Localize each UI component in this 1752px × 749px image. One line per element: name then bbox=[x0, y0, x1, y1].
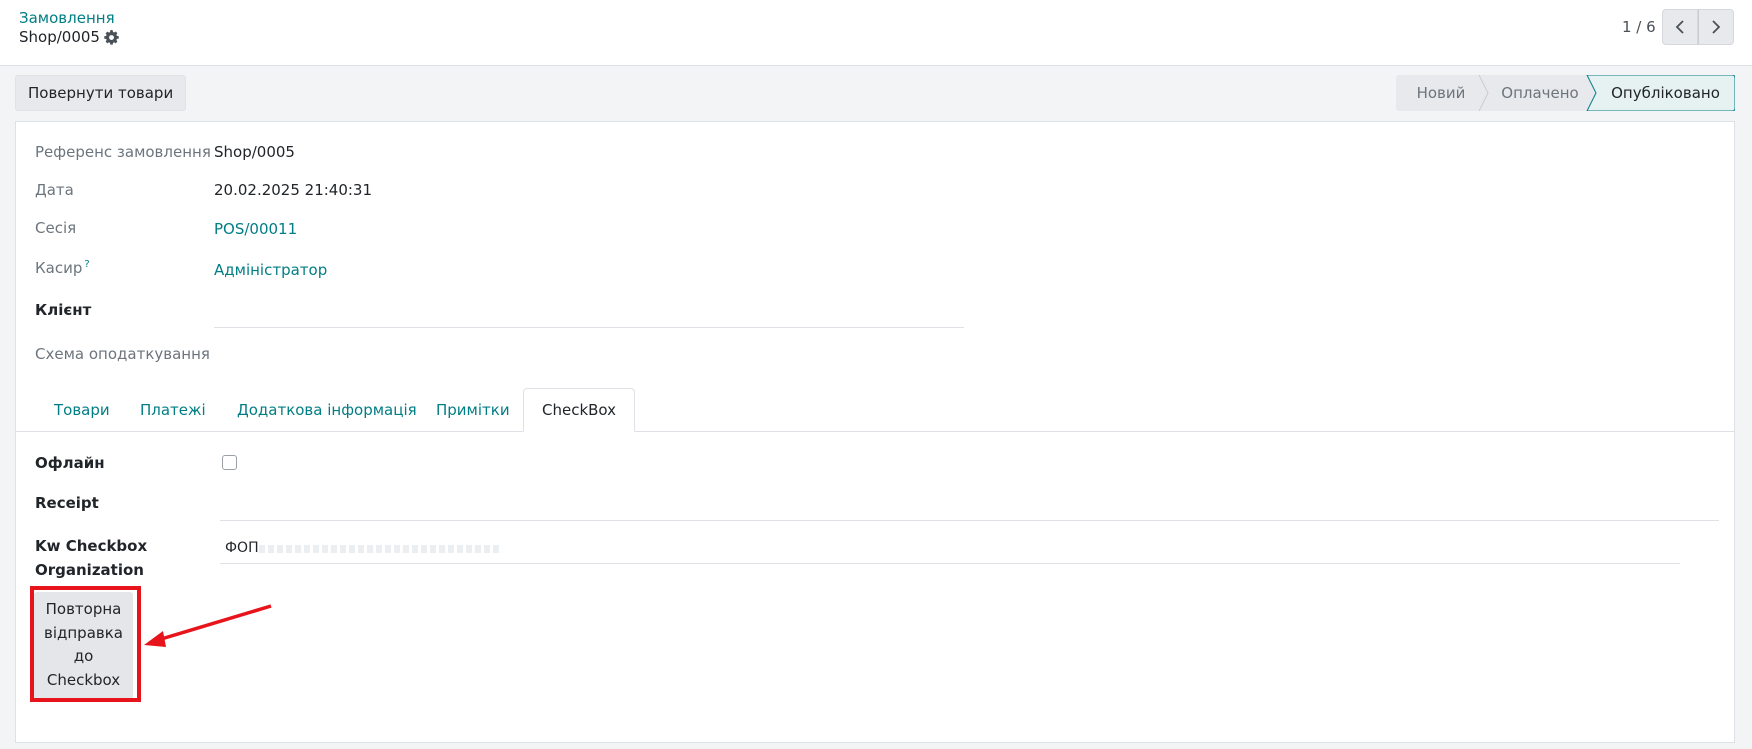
session-label: Сесія bbox=[35, 219, 77, 237]
pager-previous-button[interactable] bbox=[1662, 9, 1698, 45]
tab-checkbox[interactable]: CheckBox bbox=[523, 388, 636, 432]
order-ref-label: Референс замовлення bbox=[35, 143, 211, 161]
tabs-divider bbox=[16, 431, 1734, 432]
redacted-text bbox=[259, 545, 502, 553]
tab-products[interactable]: Товари bbox=[36, 388, 128, 431]
tab-payments[interactable]: Платежі bbox=[122, 388, 224, 431]
control-panel: Замовлення Shop/0005 1 / 6 bbox=[0, 0, 1752, 66]
pager-value[interactable]: 1 / 6 bbox=[1622, 18, 1656, 36]
return-products-button[interactable]: Повернути товари bbox=[15, 75, 187, 111]
organization-input-underline bbox=[220, 563, 1680, 564]
pager-next-button[interactable] bbox=[1698, 9, 1734, 45]
organization-value[interactable]: ФОП bbox=[225, 540, 259, 556]
receipt-label: Receipt bbox=[35, 494, 99, 512]
client-input[interactable] bbox=[214, 327, 964, 328]
cashier-link[interactable]: Адміністратор bbox=[214, 261, 327, 279]
record-title: Shop/0005 bbox=[19, 28, 100, 46]
order-ref-value: Shop/0005 bbox=[214, 143, 295, 161]
breadcrumb-parent-link[interactable]: Замовлення bbox=[19, 9, 115, 27]
tab-notes[interactable]: Примітки bbox=[418, 388, 528, 431]
statusbar: Новий Оплачено Опубліковано bbox=[1396, 75, 1735, 111]
cashier-label-text: Касир bbox=[35, 259, 83, 277]
chevron-right-icon bbox=[1712, 20, 1721, 34]
gear-icon[interactable] bbox=[104, 30, 119, 45]
organization-label-line2: Organization bbox=[35, 561, 144, 579]
offline-label: Офлайн bbox=[35, 454, 105, 472]
form-sheet: Референс замовлення Shop/0005 Дата 20.02… bbox=[15, 121, 1735, 743]
receipt-input[interactable] bbox=[220, 520, 1719, 521]
date-value: 20.02.2025 21:40:31 bbox=[214, 181, 373, 199]
annotation-arrow-icon bbox=[144, 604, 272, 647]
annotation-highlight-box bbox=[30, 586, 141, 702]
tax-scheme-label: Схема оподаткування bbox=[35, 345, 210, 363]
session-link[interactable]: POS/00011 bbox=[214, 220, 297, 238]
status-new[interactable]: Новий bbox=[1396, 75, 1486, 111]
offline-checkbox[interactable] bbox=[222, 455, 237, 470]
tab-extra-info[interactable]: Додаткова інформація bbox=[219, 388, 435, 431]
status-posted[interactable]: Опубліковано bbox=[1596, 75, 1735, 111]
chevron-left-icon bbox=[1675, 20, 1684, 34]
cashier-label: Касир? bbox=[35, 259, 90, 277]
status-paid[interactable]: Оплачено bbox=[1488, 75, 1592, 111]
date-label: Дата bbox=[35, 181, 74, 199]
client-label: Клієнт bbox=[35, 301, 92, 319]
help-tooltip-icon[interactable]: ? bbox=[84, 259, 89, 270]
organization-label-line1: Kw Checkbox bbox=[35, 537, 148, 555]
